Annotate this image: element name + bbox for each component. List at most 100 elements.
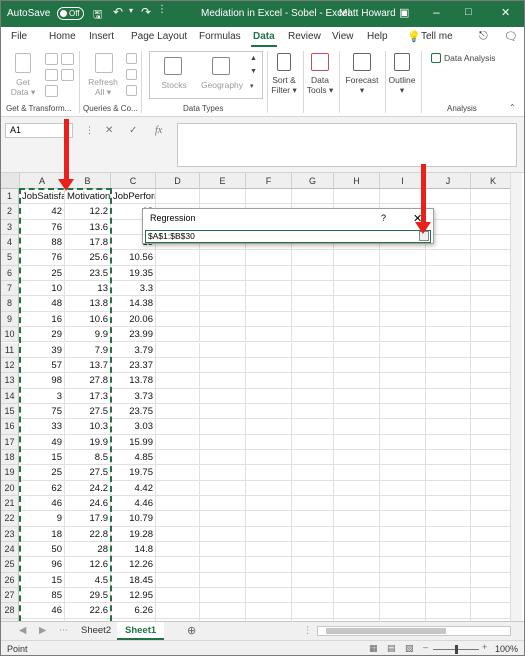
cell-b9[interactable]: 10.6 <box>65 311 111 328</box>
cell-g18[interactable] <box>292 449 334 466</box>
cell-a9[interactable]: 16 <box>20 311 65 328</box>
cell-f16[interactable] <box>246 419 292 435</box>
cell-e23[interactable] <box>200 526 246 543</box>
page-break-view-icon[interactable]: ▧ <box>405 643 414 654</box>
cell-f28[interactable] <box>246 603 292 619</box>
cell-g5[interactable] <box>292 250 334 266</box>
zoom-slider-thumb[interactable] <box>455 645 458 654</box>
cell-d10[interactable] <box>156 327 200 343</box>
cell-e24[interactable] <box>200 542 246 558</box>
cell-i7[interactable] <box>380 281 426 297</box>
cell-b5[interactable]: 25.6 <box>65 250 111 266</box>
cell-g13[interactable] <box>292 373 334 389</box>
cell-c12[interactable]: 23.37 <box>111 357 156 374</box>
cell-f5[interactable] <box>246 250 292 266</box>
row-header-12[interactable]: 12 <box>1 357 19 374</box>
cell-c16[interactable]: 3.03 <box>111 419 156 435</box>
cell-a27[interactable]: 85 <box>20 588 65 604</box>
scrollbar-thumb[interactable] <box>326 628 446 634</box>
cell-d24[interactable] <box>156 542 200 558</box>
zoom-level[interactable]: 100% <box>495 644 518 654</box>
insert-function-icon[interactable]: fx <box>155 125 162 136</box>
formula-input[interactable] <box>177 123 517 167</box>
cell-e12[interactable] <box>200 357 246 374</box>
cell-e6[interactable] <box>200 265 246 282</box>
cell-d12[interactable] <box>156 357 200 374</box>
cell-e17[interactable] <box>200 434 246 450</box>
cell-a13[interactable]: 98 <box>20 373 65 389</box>
cell-e22[interactable] <box>200 511 246 527</box>
cell-h20[interactable] <box>334 480 380 496</box>
cell-h5[interactable] <box>334 250 380 266</box>
cell-e9[interactable] <box>200 311 246 328</box>
cell-e13[interactable] <box>200 373 246 389</box>
tab-scroll-left-icon[interactable]: ◀ <box>19 625 26 636</box>
cell-e11[interactable] <box>200 342 246 358</box>
cell-j26[interactable] <box>426 572 471 589</box>
sheet-tab-sheet2[interactable]: Sheet2 <box>73 622 119 640</box>
cell-g7[interactable] <box>292 281 334 297</box>
row-header-8[interactable]: 8 <box>1 296 19 312</box>
row-header-26[interactable]: 26 <box>1 572 19 589</box>
cell-b2[interactable]: 12.2 <box>65 204 111 220</box>
cell-c20[interactable]: 4.42 <box>111 480 156 496</box>
cell-e18[interactable] <box>200 449 246 466</box>
cell-h10[interactable] <box>334 327 380 343</box>
cell-a3[interactable]: 76 <box>20 219 65 236</box>
cell-i12[interactable] <box>380 357 426 374</box>
cell-j27[interactable] <box>426 588 471 604</box>
cell-a10[interactable]: 29 <box>20 327 65 343</box>
cell-g25[interactable] <box>292 557 334 573</box>
cell-f19[interactable] <box>246 465 292 481</box>
row-header-3[interactable]: 3 <box>1 219 19 236</box>
cell-c21[interactable]: 4.46 <box>111 496 156 512</box>
column-header-e[interactable]: E <box>200 173 246 189</box>
cell-c25[interactable]: 12.26 <box>111 557 156 573</box>
cell-h12[interactable] <box>334 357 380 374</box>
cell-f14[interactable] <box>246 388 292 404</box>
cell-f15[interactable] <box>246 403 292 420</box>
cell-i22[interactable] <box>380 511 426 527</box>
cell-b20[interactable]: 24.2 <box>65 480 111 496</box>
gallery-scroll-down-icon[interactable]: ▼ <box>250 68 257 75</box>
cell-f12[interactable] <box>246 357 292 374</box>
cell-i24[interactable] <box>380 542 426 558</box>
cell-g17[interactable] <box>292 434 334 450</box>
cell-g26[interactable] <box>292 572 334 589</box>
cell-f9[interactable] <box>246 311 292 328</box>
recent-sources-icon[interactable] <box>61 69 74 81</box>
cell-d9[interactable] <box>156 311 200 328</box>
cell-g21[interactable] <box>292 496 334 512</box>
cell-e1[interactable] <box>200 189 246 205</box>
cell-j22[interactable] <box>426 511 471 527</box>
zoom-in-icon[interactable]: + <box>482 642 487 652</box>
gallery-scroll-up-icon[interactable]: ▲ <box>250 55 257 62</box>
cell-e5[interactable] <box>200 250 246 266</box>
row-header-28[interactable]: 28 <box>1 603 19 619</box>
cell-h16[interactable] <box>334 419 380 435</box>
cell-g23[interactable] <box>292 526 334 543</box>
cell-j1[interactable] <box>426 189 471 205</box>
from-web-icon[interactable] <box>61 53 74 65</box>
column-header-h[interactable]: H <box>334 173 380 189</box>
row-header-1[interactable]: 1 <box>1 189 19 205</box>
cell-b21[interactable]: 24.6 <box>65 496 111 512</box>
cell-h27[interactable] <box>334 588 380 604</box>
collapse-ribbon-icon[interactable]: ⌃ <box>509 103 516 112</box>
cell-c5[interactable]: 10.56 <box>111 250 156 266</box>
cell-a23[interactable]: 18 <box>20 526 65 543</box>
cell-f10[interactable] <box>246 327 292 343</box>
row-header-27[interactable]: 27 <box>1 588 19 604</box>
cell-b1[interactable]: Motivation <box>65 189 111 205</box>
cell-g12[interactable] <box>292 357 334 374</box>
tab-data[interactable]: Data <box>251 31 277 47</box>
cell-f13[interactable] <box>246 373 292 389</box>
row-header-20[interactable]: 20 <box>1 480 19 496</box>
cell-b7[interactable]: 13 <box>65 281 111 297</box>
maximize-icon[interactable]: □ <box>465 6 472 18</box>
cell-f8[interactable] <box>246 296 292 312</box>
cell-i20[interactable] <box>380 480 426 496</box>
cell-i16[interactable] <box>380 419 426 435</box>
cell-j28[interactable] <box>426 603 471 619</box>
cell-h7[interactable] <box>334 281 380 297</box>
